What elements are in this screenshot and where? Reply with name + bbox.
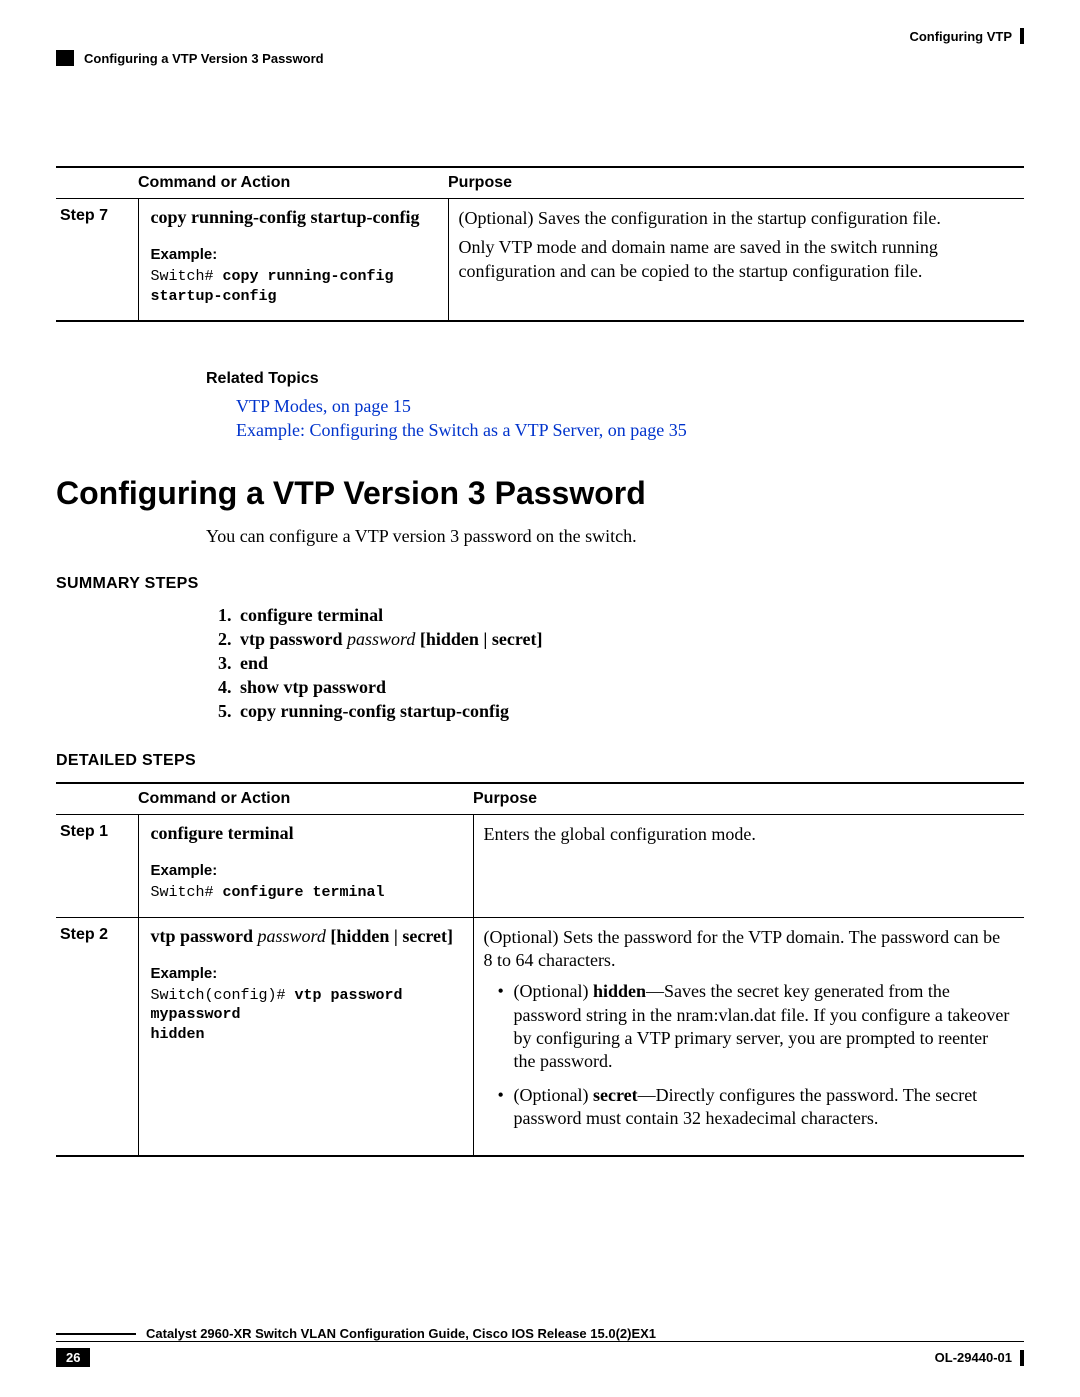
- header-subtitle: Configuring a VTP Version 3 Password: [84, 51, 324, 66]
- list-item: (Optional) hidden—Saves the secret key g…: [514, 980, 1013, 1074]
- footer-rule-icon: [56, 1333, 136, 1335]
- col-blank: [56, 167, 138, 199]
- command-text: copy running-config startup-config: [151, 207, 420, 227]
- detailed-steps-table: Command or Action Purpose Step 1 configu…: [56, 782, 1024, 1157]
- table-row: Step 7 copy running-config startup-confi…: [56, 199, 1024, 322]
- list-item: configure terminal: [236, 605, 1024, 626]
- example-label: Example:: [151, 246, 436, 263]
- step-label: Step 7: [56, 199, 138, 322]
- related-topics: Related Topics VTP Modes, on page 15 Exa…: [206, 370, 1024, 441]
- summary-steps-heading: SUMMARY STEPS: [56, 575, 1024, 593]
- code-prompt: Switch(config)#: [151, 987, 295, 1004]
- list-item: show vtp password: [236, 677, 1024, 698]
- list-item: (Optional) secret—Directly configures th…: [514, 1084, 1013, 1131]
- example-code: Switch# configure terminal: [151, 883, 461, 903]
- code-prompt: Switch#: [151, 884, 223, 901]
- footer-divider: [56, 1341, 1024, 1342]
- footer-guide-title: Catalyst 2960-XR Switch VLAN Configurati…: [146, 1326, 656, 1341]
- header-bar-icon: [1020, 28, 1024, 44]
- section-intro: You can configure a VTP version 3 passwo…: [206, 526, 1024, 547]
- page-number: 26: [56, 1348, 90, 1367]
- header-marker-icon: [56, 50, 74, 66]
- example-label: Example:: [151, 862, 461, 879]
- command-cell: configure terminal Example: Switch# conf…: [138, 815, 473, 918]
- command-cell: copy running-config startup-config Examp…: [138, 199, 448, 322]
- step-label: Step 2: [56, 917, 138, 1156]
- purpose-text: Enters the global configuration mode.: [484, 823, 1013, 846]
- code-cmd: configure terminal: [223, 884, 385, 901]
- header-chapter-text: Configuring VTP: [909, 29, 1012, 44]
- step-label: Step 1: [56, 815, 138, 918]
- command-text: vtp password password [hidden | secret]: [151, 926, 454, 946]
- purpose-cell: Enters the global configuration mode.: [473, 815, 1024, 918]
- purpose-text: (Optional) Sets the password for the VTP…: [484, 926, 1013, 973]
- table-row: Step 2 vtp password password [hidden | s…: [56, 917, 1024, 1156]
- list-item: copy running-config startup-config: [236, 701, 1024, 722]
- example-code: Switch# copy running-config startup-conf…: [151, 267, 436, 306]
- header-chapter: Configuring VTP: [909, 28, 1024, 44]
- command-text: configure terminal: [151, 823, 294, 843]
- page-header: Configuring VTP: [56, 28, 1024, 44]
- col-purpose: Purpose: [448, 167, 1024, 199]
- footer-docid: OL-29440-01: [935, 1350, 1012, 1365]
- detailed-steps-heading: DETAILED STEPS: [56, 752, 1024, 770]
- col-cmd: Command or Action: [138, 167, 448, 199]
- steps-table-top: Command or Action Purpose Step 7 copy ru…: [56, 166, 1024, 322]
- purpose-cell: (Optional) Sets the password for the VTP…: [473, 917, 1024, 1156]
- footer-docid-row: OL-29440-01: [935, 1350, 1024, 1366]
- related-title: Related Topics: [206, 370, 1024, 388]
- purpose-text: (Optional) Saves the configuration in th…: [459, 207, 1013, 230]
- footer-bar-icon: [1020, 1350, 1024, 1366]
- purpose-list: (Optional) hidden—Saves the secret key g…: [514, 980, 1013, 1130]
- example-code: Switch(config)# vtp password mypassword …: [151, 986, 461, 1045]
- example-label: Example:: [151, 965, 461, 982]
- code-prompt: Switch#: [151, 268, 223, 285]
- col-cmd: Command or Action: [138, 783, 473, 815]
- footer-guide-row: Catalyst 2960-XR Switch VLAN Configurati…: [56, 1326, 1024, 1341]
- col-blank: [56, 783, 138, 815]
- table-row: Step 1 configure terminal Example: Switc…: [56, 815, 1024, 918]
- purpose-cell: (Optional) Saves the configuration in th…: [448, 199, 1024, 322]
- related-link[interactable]: Example: Configuring the Switch as a VTP…: [236, 420, 1024, 441]
- list-item: end: [236, 653, 1024, 674]
- list-item: vtp password password [hidden | secret]: [236, 629, 1024, 650]
- command-cell: vtp password password [hidden | secret] …: [138, 917, 473, 1156]
- related-link[interactable]: VTP Modes, on page 15: [236, 396, 1024, 417]
- section-title: Configuring a VTP Version 3 Password: [56, 475, 1024, 512]
- header-subtitle-row: Configuring a VTP Version 3 Password: [56, 50, 1024, 66]
- summary-list: configure terminal vtp password password…: [236, 605, 1024, 722]
- col-purpose: Purpose: [473, 783, 1024, 815]
- page-footer: Catalyst 2960-XR Switch VLAN Configurati…: [56, 1326, 1024, 1367]
- purpose-text: Only VTP mode and domain name are saved …: [459, 236, 1013, 283]
